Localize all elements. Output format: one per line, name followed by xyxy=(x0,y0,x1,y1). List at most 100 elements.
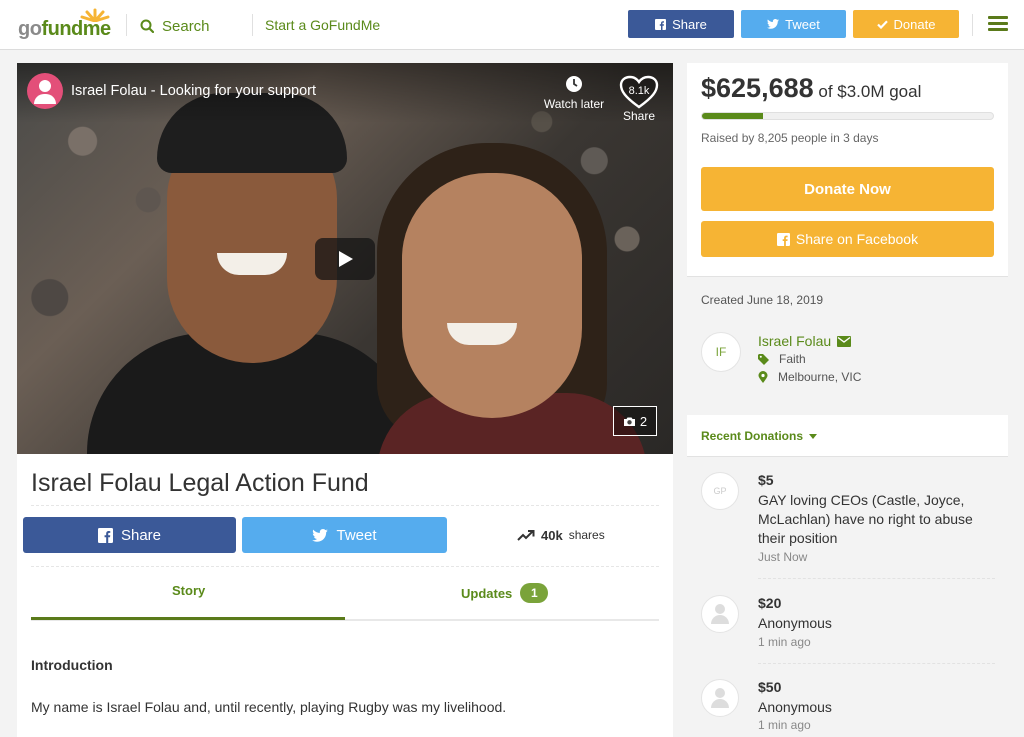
gofundme-logo[interactable]: gofundme xyxy=(18,8,114,42)
organizer-link[interactable]: Israel Folau xyxy=(758,333,852,349)
progress-fill xyxy=(702,113,764,119)
donation-amount: $50 xyxy=(758,679,782,695)
story-heading: Introduction xyxy=(31,657,113,673)
checkmark-icon xyxy=(876,19,888,29)
header-tweet-button[interactable]: Tweet xyxy=(741,10,846,38)
tag-icon xyxy=(758,353,769,365)
menu-icon[interactable] xyxy=(988,16,1008,32)
facebook-icon xyxy=(97,527,113,543)
header-tweet-label: Tweet xyxy=(785,16,820,32)
divider xyxy=(31,566,659,567)
logo-wordmark: gofundme xyxy=(18,18,111,40)
donation-item: $50 Anonymous 1 min ago xyxy=(701,679,995,737)
category-label: Faith xyxy=(779,352,806,366)
header-share-button[interactable]: Share xyxy=(628,10,734,38)
share-on-facebook-label: Share on Facebook xyxy=(795,231,919,247)
campaign-card: Israel Folau - Looking for your support … xyxy=(17,63,673,737)
raised-amount: $625,688 xyxy=(701,73,814,103)
organizer-name: Israel Folau xyxy=(758,333,832,349)
tweet-label: Tweet xyxy=(336,526,377,544)
person-icon xyxy=(710,688,730,708)
progress-bar xyxy=(701,112,994,120)
donor-avatar: GP xyxy=(701,472,739,510)
divider xyxy=(758,663,995,664)
recent-donations-header[interactable]: Recent Donations xyxy=(687,415,1008,457)
organizer-location: Melbourne, VIC xyxy=(758,370,861,384)
location-label: Melbourne, VIC xyxy=(778,370,862,384)
shares-count: 40k xyxy=(541,527,563,543)
trending-up-icon xyxy=(517,529,535,541)
header-donate-button[interactable]: Donate xyxy=(853,10,959,38)
donation-item: GP $5 GAY loving CEOs (Castle, Joyce, Mc… xyxy=(701,472,995,579)
tab-story-label: Story xyxy=(172,583,206,598)
video-share-label: Share xyxy=(622,109,656,123)
donate-now-button[interactable]: Donate Now xyxy=(701,167,994,211)
raised-by-text: Raised by 8,205 people in 3 days xyxy=(701,131,879,145)
start-gofundme-link[interactable]: Start a GoFundMe xyxy=(265,17,380,33)
donor-avatar xyxy=(701,595,739,633)
recent-donations-toggle[interactable]: Recent Donations xyxy=(701,429,818,443)
twitter-icon xyxy=(312,528,329,542)
organizer-category: Faith xyxy=(758,352,806,366)
donor-avatar xyxy=(701,679,739,717)
tab-updates-label: Updates xyxy=(461,585,513,601)
photo-gallery-button[interactable]: 2 xyxy=(613,406,657,436)
watch-later-button[interactable]: Watch later xyxy=(539,75,609,111)
top-header: gofundme Search Start a GoFundMe Share T… xyxy=(0,0,1024,50)
photo-count: 2 xyxy=(639,413,648,429)
divider xyxy=(31,505,659,506)
header-divider xyxy=(252,14,253,36)
share-label: Share xyxy=(120,526,162,544)
person-icon xyxy=(710,604,730,624)
shares-label: shares xyxy=(568,528,605,542)
channel-avatar[interactable] xyxy=(27,73,63,109)
created-date: Created June 18, 2019 xyxy=(701,293,824,307)
donor-name: GAY loving CEOs (Castle, Joyce, McLachla… xyxy=(758,492,973,546)
donor-name: Anonymous xyxy=(758,699,832,715)
share-on-facebook-button[interactable]: Share on Facebook xyxy=(701,221,994,257)
campaign-title: Israel Folau Legal Action Fund xyxy=(31,469,369,497)
share-count: 8.1k xyxy=(628,85,650,97)
search-label: Search xyxy=(162,17,210,35)
tweet-button[interactable]: Tweet xyxy=(242,517,447,553)
donation-time: 1 min ago xyxy=(758,635,811,649)
header-divider xyxy=(972,14,973,36)
tab-story[interactable]: Story xyxy=(172,583,205,598)
donation-time: 1 min ago xyxy=(758,718,811,732)
header-donate-label: Donate xyxy=(893,16,936,32)
camera-icon xyxy=(623,417,635,426)
chevron-down-icon xyxy=(809,433,818,439)
donation-amount: $20 xyxy=(758,595,782,611)
goal-text: of $3.0M goal xyxy=(818,82,922,101)
header-divider xyxy=(126,14,127,36)
facebook-icon xyxy=(655,18,667,30)
share-count-display: 40k shares xyxy=(517,521,605,549)
recent-donations-title: Recent Donations xyxy=(701,429,804,443)
photo-detail xyxy=(447,323,517,345)
clock-icon xyxy=(566,76,582,92)
updates-count-badge: 1 xyxy=(520,583,549,603)
play-button[interactable] xyxy=(315,238,375,280)
twitter-icon xyxy=(767,19,780,29)
story-paragraph: My name is Israel Folau and, until recen… xyxy=(31,699,507,715)
video-title[interactable]: Israel Folau - Looking for your support xyxy=(71,83,316,99)
tab-updates[interactable]: Updates 1 xyxy=(461,583,549,603)
divider xyxy=(758,578,995,579)
organizer-avatar: IF xyxy=(701,332,741,372)
donor-name: Anonymous xyxy=(758,615,832,631)
header-share-label: Share xyxy=(672,16,707,32)
search-link[interactable]: Search xyxy=(140,15,210,37)
photo-detail xyxy=(217,253,287,275)
amount-raised: $625,688 of $3.0M goal xyxy=(701,73,921,104)
video-share-button[interactable]: 8.1k Share xyxy=(617,75,661,123)
share-button[interactable]: Share xyxy=(23,517,236,553)
search-icon xyxy=(140,19,154,33)
goal-card: $625,688 of $3.0M goal Raised by 8,205 p… xyxy=(687,63,1008,277)
donation-amount: $5 xyxy=(758,472,774,488)
active-tab-indicator xyxy=(31,617,345,620)
location-pin-icon xyxy=(758,371,768,383)
watch-later-label: Watch later xyxy=(543,97,605,111)
envelope-icon[interactable] xyxy=(837,335,852,347)
video-player[interactable]: Israel Folau - Looking for your support … xyxy=(17,63,673,454)
photo-figure xyxy=(402,173,582,418)
